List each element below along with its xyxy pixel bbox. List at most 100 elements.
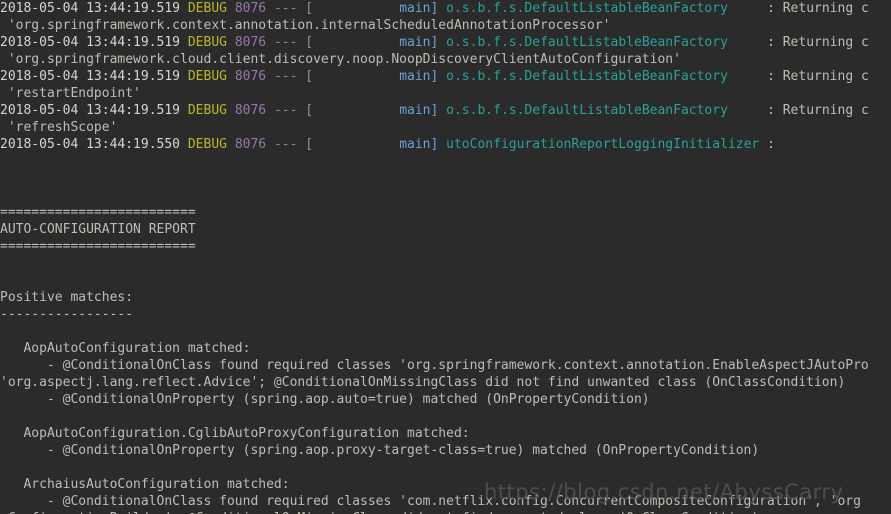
log-space — [227, 137, 235, 152]
log-timestamp: 2018-05-04 13:44:19.519 — [0, 103, 181, 118]
log-logger-pad — [728, 103, 767, 118]
log-separator: --- [ — [273, 69, 314, 84]
blank-text — [0, 154, 8, 169]
log-space — [438, 35, 446, 50]
blank-line — [0, 170, 891, 187]
report-text: ArchaiusAutoConfiguration matched: — [0, 477, 290, 492]
log-message: : Returning c — [767, 1, 869, 16]
log-space — [180, 69, 188, 84]
log-space — [227, 1, 235, 16]
log-separator: --- [ — [273, 35, 314, 50]
report-line: 'org.aspectj.lang.reflect.Advice'; @Cond… — [0, 374, 891, 391]
log-thread: main] — [399, 103, 439, 118]
log-space — [180, 35, 188, 50]
blank-line — [0, 408, 891, 425]
log-logger: utoConfigurationReportLoggingInitializer — [446, 137, 760, 152]
report-text: - @ConditionalOnClass found required cla… — [0, 494, 861, 509]
log-logger: o.s.b.f.s.DefaultListableBeanFactory — [446, 1, 728, 16]
log-pid: 8076 — [234, 69, 267, 84]
log-continuation-text: 'org.springframework.context.annotation.… — [0, 18, 611, 33]
log-message: : Returning c — [767, 35, 869, 50]
report-text: - @ConditionalOnProperty (spring.aop.pro… — [0, 443, 760, 458]
report-line: ========================= — [0, 204, 891, 221]
log-thread: main] — [399, 69, 439, 84]
report-line: - @ConditionalOnClass found required cla… — [0, 357, 891, 374]
log-continuation-line: 'org.springframework.cloud.client.discov… — [0, 51, 891, 68]
log-pid: 8076 — [234, 103, 267, 118]
log-space — [180, 137, 188, 152]
blank-line — [0, 153, 891, 170]
blank-line — [0, 187, 891, 204]
log-space — [266, 35, 274, 50]
log-separator: --- [ — [273, 137, 314, 152]
log-level: DEBUG — [187, 69, 227, 84]
log-space — [227, 103, 235, 118]
log-timestamp: 2018-05-04 13:44:19.519 — [0, 35, 181, 50]
blank-text — [0, 188, 8, 203]
log-level: DEBUG — [187, 137, 227, 152]
blank-line — [0, 459, 891, 476]
log-continuation-line: 'org.springframework.context.annotation.… — [0, 17, 891, 34]
log-thread: main] — [399, 1, 439, 16]
blank-text — [0, 256, 8, 271]
log-pid: 8076 — [234, 1, 267, 16]
log-thread: main] — [399, 35, 439, 50]
report-line: Positive matches: — [0, 289, 891, 306]
log-space — [266, 1, 274, 16]
log-line: 2018-05-04 13:44:19.519 DEBUG 8076 --- [… — [0, 34, 891, 51]
report-text: - @ConditionalOnClass found required cla… — [0, 358, 869, 373]
report-line: - @ConditionalOnProperty (spring.aop.pro… — [0, 442, 891, 459]
log-timestamp: 2018-05-04 13:44:19.519 — [0, 1, 181, 16]
terminal-console-output[interactable]: 2018-05-04 13:44:19.519 DEBUG 8076 --- [… — [0, 0, 891, 514]
blank-line — [0, 255, 891, 272]
report-line: ArchaiusAutoConfiguration matched: — [0, 476, 891, 493]
report-text: AopAutoConfiguration matched: — [0, 341, 251, 356]
log-line: 2018-05-04 13:44:19.519 DEBUG 8076 --- [… — [0, 68, 891, 85]
report-line: .ConfigurationBuilder'; @ConditionalOnMi… — [0, 510, 891, 514]
log-space — [438, 69, 446, 84]
log-logger: o.s.b.f.s.DefaultListableBeanFactory — [446, 103, 728, 118]
blank-line — [0, 323, 891, 340]
report-line: ----------------- — [0, 306, 891, 323]
log-continuation-line: 'refreshScope' — [0, 119, 891, 136]
log-space — [266, 103, 274, 118]
log-message: : Returning c — [767, 103, 869, 118]
report-text: 'org.aspectj.lang.reflect.Advice'; @Cond… — [0, 375, 846, 390]
log-space — [180, 103, 188, 118]
blank-text — [0, 409, 8, 424]
log-thread-pad — [313, 69, 399, 84]
log-thread-pad — [313, 1, 399, 16]
report-line: - @ConditionalOnProperty (spring.aop.aut… — [0, 391, 891, 408]
blank-line — [0, 272, 891, 289]
log-line: 2018-05-04 13:44:19.519 DEBUG 8076 --- [… — [0, 0, 891, 17]
log-logger-pad — [728, 69, 767, 84]
blank-text — [0, 171, 8, 186]
report-text: ========================= — [0, 239, 196, 254]
report-line: AUTO-CONFIGURATION REPORT — [0, 221, 891, 238]
log-space — [266, 69, 274, 84]
log-thread-pad — [313, 103, 399, 118]
report-line: - @ConditionalOnClass found required cla… — [0, 493, 891, 510]
report-line: ========================= — [0, 238, 891, 255]
report-text: - @ConditionalOnProperty (spring.aop.aut… — [0, 392, 650, 407]
report-line: AopAutoConfiguration.CglibAutoProxyConfi… — [0, 425, 891, 442]
log-logger-pad — [728, 35, 767, 50]
log-level: DEBUG — [187, 103, 227, 118]
log-separator: --- [ — [273, 1, 314, 16]
log-logger-pad — [759, 137, 767, 152]
log-space — [180, 1, 188, 16]
log-pid: 8076 — [234, 137, 267, 152]
log-space — [227, 35, 235, 50]
log-message: : — [767, 137, 775, 152]
log-space — [227, 69, 235, 84]
report-text: AopAutoConfiguration.CglibAutoProxyConfi… — [0, 426, 470, 441]
log-logger: o.s.b.f.s.DefaultListableBeanFactory — [446, 69, 728, 84]
log-line: 2018-05-04 13:44:19.519 DEBUG 8076 --- [… — [0, 102, 891, 119]
report-text: ========================= — [0, 205, 196, 220]
log-timestamp: 2018-05-04 13:44:19.550 — [0, 137, 181, 152]
report-text: Positive matches: — [0, 290, 134, 305]
log-space — [438, 1, 446, 16]
log-level: DEBUG — [187, 1, 227, 16]
blank-text — [0, 273, 8, 288]
report-line: AopAutoConfiguration matched: — [0, 340, 891, 357]
